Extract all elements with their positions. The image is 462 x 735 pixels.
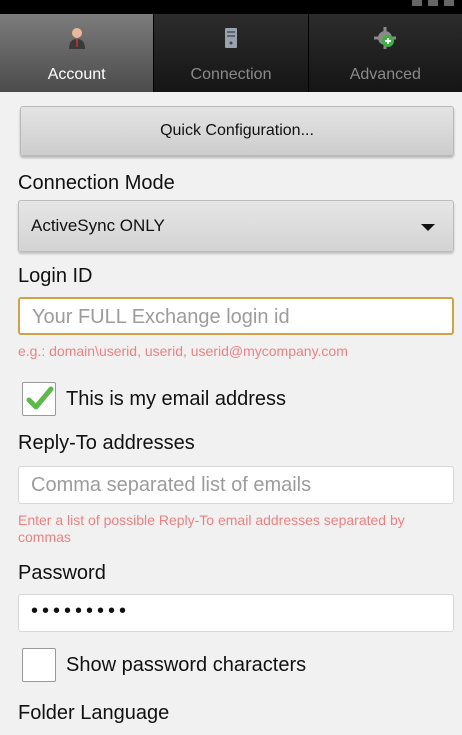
show-password-checkbox-label: Show password characters [66, 653, 307, 676]
tab-connection[interactable]: Connection [154, 14, 309, 92]
quick-configuration-button[interactable]: Quick Configuration... [20, 106, 454, 156]
reply-to-hint: Enter a list of possible Reply-To email … [18, 512, 405, 545]
tab-advanced[interactable]: Advanced [309, 14, 462, 92]
connection-mode-select[interactable]: ActiveSync ONLY [18, 200, 454, 252]
reply-to-placeholder: Comma separated list of emails [31, 474, 312, 496]
show-password-checkbox-row[interactable]: Show password characters [22, 648, 306, 682]
connection-mode-value: ActiveSync ONLY [31, 216, 165, 235]
battery-icon [444, 0, 454, 6]
user-icon [68, 28, 85, 49]
status-bar [0, 0, 462, 14]
login-id-label: Login ID [18, 265, 93, 287]
password-label: Password [18, 562, 106, 584]
gear-icon [374, 27, 397, 49]
connection-mode-label: Connection Mode [18, 172, 175, 194]
tab-connection-label: Connection [190, 66, 272, 83]
reply-to-input[interactable]: Comma separated list of emails [18, 466, 454, 504]
login-id-hint: e.g.: domain\userid, userid, userid@myco… [18, 343, 348, 359]
signal-icon [412, 0, 422, 6]
wifi-icon [428, 0, 438, 6]
server-icon [224, 28, 237, 48]
email-address-checkbox-row[interactable]: This is my email address [22, 382, 286, 416]
status-icons [412, 0, 454, 14]
email-address-checkbox[interactable] [22, 382, 56, 416]
tab-account-label: Account [47, 66, 106, 83]
tab-account[interactable]: Account [0, 14, 155, 92]
login-id-placeholder: Your FULL Exchange login id [32, 306, 290, 328]
password-value: ••••••••• [31, 600, 131, 622]
folder-language-label: Folder Language [18, 702, 170, 724]
reply-to-label: Reply-To addresses [18, 432, 195, 454]
dropdown-arrow-icon [421, 224, 435, 231]
checkmark-icon [26, 386, 54, 410]
show-password-checkbox[interactable] [22, 648, 56, 682]
login-id-input[interactable]: Your FULL Exchange login id [18, 297, 454, 335]
password-input[interactable]: ••••••••• [18, 594, 454, 632]
email-address-checkbox-label: This is my email address [66, 387, 287, 410]
tab-bar: Account Connection Advanced [0, 14, 462, 92]
tab-advanced-label: Advanced [349, 66, 421, 83]
